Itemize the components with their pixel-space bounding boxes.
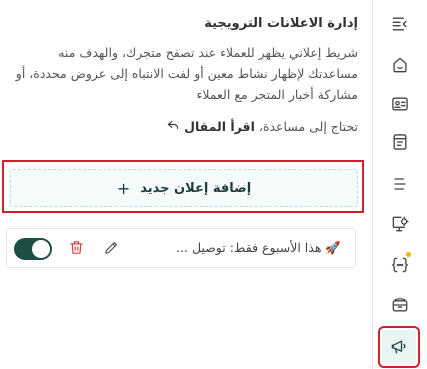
id-card-icon[interactable] [387, 91, 413, 117]
ad-text-label: هذا الأسبوع فقط: توصيل ... [176, 240, 322, 255]
ad-text: 🚀هذا الأسبوع فقط: توصيل ... [176, 240, 341, 256]
notification-dot [406, 252, 411, 257]
menu-list-icon[interactable] [387, 171, 413, 197]
rocket-icon: 🚀 [325, 240, 341, 255]
add-new-ad-button[interactable]: إضافة إعلان جديد + [10, 169, 358, 207]
ad-row: 🚀هذا الأسبوع فقط: توصيل ... [6, 228, 356, 268]
section-description: شريط إعلاني يظهر للعملاء عند تصفح متجرك،… [15, 45, 358, 102]
ad-enabled-toggle[interactable] [14, 238, 52, 260]
toggle-knob [32, 240, 50, 258]
trash-icon[interactable] [67, 239, 85, 257]
help-text: تحتاج إلى مساعدة، [258, 119, 358, 134]
icon-sidebar [372, 0, 427, 369]
help-line: تحتاج إلى مساعدة، اقرأ المقال [12, 118, 358, 135]
edit-icon[interactable] [102, 239, 120, 257]
section-title: إدارة الاعلانات الترويجية [204, 16, 358, 31]
main-panel: إدارة الاعلانات الترويجية شريط إعلاني يظ… [0, 0, 372, 369]
megaphone-icon[interactable] [378, 326, 420, 368]
monitor-settings-icon[interactable] [387, 211, 413, 237]
collapse-icon[interactable] [387, 11, 413, 37]
invoice-icon[interactable] [387, 129, 413, 155]
add-new-ad-label: إضافة إعلان جديد [140, 180, 252, 196]
plus-icon: + [116, 178, 131, 198]
app-root: إدارة الاعلانات الترويجية شريط إعلاني يظ… [0, 0, 427, 369]
read-article-link[interactable]: اقرأ المقال [184, 119, 255, 134]
share-arrow-icon [166, 118, 180, 135]
box-icon[interactable] [387, 292, 413, 318]
home-icon[interactable] [387, 52, 413, 78]
code-braces-icon[interactable] [387, 252, 413, 278]
